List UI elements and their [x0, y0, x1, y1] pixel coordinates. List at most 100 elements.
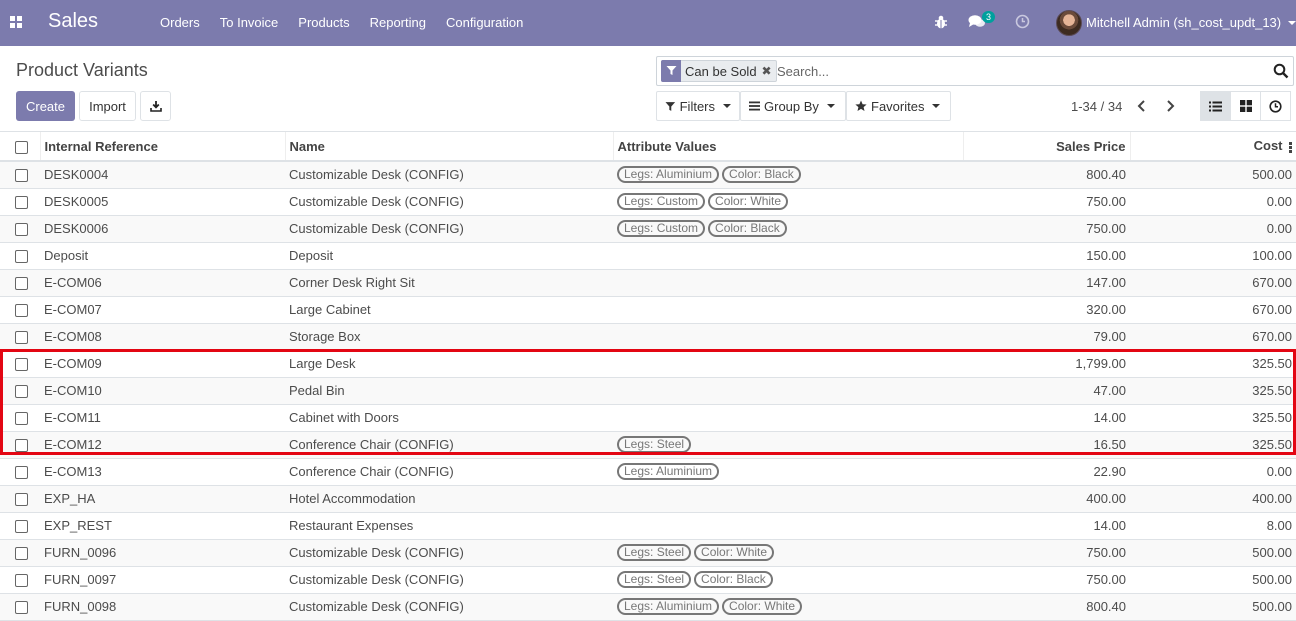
row-checkbox[interactable]	[15, 331, 28, 345]
facet-label: Can be Sold	[685, 63, 757, 79]
row-checkbox[interactable]	[15, 358, 28, 372]
activity-clock-icon[interactable]	[1015, 14, 1030, 29]
table-row[interactable]: E-COM09 Large Desk 1,799.00 325.50	[0, 350, 1296, 378]
user-avatar[interactable]	[1056, 10, 1082, 36]
search-bar: Can be Sold ✖	[656, 56, 1294, 86]
attribute-tag: Color: White	[708, 193, 789, 210]
table-row[interactable]: E-COM07 Large Cabinet 320.00 670.00	[0, 296, 1296, 324]
attribute-tag: Color: Black	[722, 166, 801, 184]
cell-internal-reference: EXP_REST	[40, 512, 285, 540]
cell-name: Restaurant Expenses	[285, 512, 613, 540]
list-table: Internal Reference Name Attribute Values…	[0, 132, 1296, 621]
header-sales-price[interactable]: Sales Price	[963, 132, 1131, 162]
cell-cost: 0.00	[1130, 188, 1296, 216]
cell-cost: 500.00	[1130, 161, 1296, 189]
table-row[interactable]: FURN_0096 Customizable Desk (CONFIG) Legs:…	[0, 539, 1296, 567]
row-select-cell	[0, 512, 40, 540]
row-checkbox[interactable]	[15, 169, 28, 183]
search-icon[interactable]	[1273, 63, 1289, 79]
header-attribute-values[interactable]: Attribute Values	[613, 132, 964, 162]
cell-attribute-values: Legs: Aluminium Color: Black	[613, 161, 963, 189]
pager-next-icon[interactable]	[1164, 99, 1176, 113]
row-checkbox[interactable]	[15, 277, 28, 291]
menu-reporting[interactable]: Reporting	[360, 0, 436, 46]
apps-menu-icon[interactable]	[10, 16, 22, 28]
header-name[interactable]: Name	[285, 132, 614, 162]
row-checkbox[interactable]	[15, 520, 28, 534]
activity-view-button[interactable]	[1260, 91, 1291, 121]
kanban-view-button[interactable]	[1230, 91, 1261, 121]
header-internal-reference[interactable]: Internal Reference	[40, 132, 286, 162]
groupby-dropdown[interactable]: Group By	[740, 91, 846, 121]
row-checkbox[interactable]	[15, 547, 28, 561]
cell-sales-price: 22.90	[963, 458, 1130, 486]
cell-name: Hotel Accommodation	[285, 485, 613, 513]
list-view-button[interactable]	[1200, 91, 1231, 121]
menu-configuration[interactable]: Configuration	[436, 0, 533, 46]
table-row[interactable]: E-COM06 Corner Desk Right Sit 147.00 670.00	[0, 269, 1296, 297]
cell-sales-price: 147.00	[963, 269, 1130, 297]
facet-remove-icon[interactable]: ✖	[761, 64, 773, 78]
user-menu-name[interactable]: Mitchell Admin (sh_cost_updt_13)	[1086, 15, 1281, 30]
cell-internal-reference: DESK0004	[40, 161, 285, 189]
table-row[interactable]: FURN_0098 Customizable Desk (CONFIG) Legs:…	[0, 593, 1296, 621]
export-download-button[interactable]	[140, 91, 171, 121]
filters-dropdown[interactable]: Filters	[656, 91, 740, 121]
pager-previous-icon[interactable]	[1136, 99, 1148, 113]
cell-name: Corner Desk Right Sit	[285, 269, 613, 297]
cell-cost: 670.00	[1130, 269, 1296, 297]
row-checkbox[interactable]	[15, 250, 28, 264]
row-checkbox[interactable]	[15, 601, 28, 615]
cell-name: Deposit	[285, 242, 613, 270]
favorites-dropdown[interactable]: Favorites	[846, 91, 951, 121]
pager-value[interactable]: 1-34 / 34	[1071, 99, 1122, 114]
attribute-tag: Color: Black	[694, 571, 773, 588]
star-icon	[855, 100, 867, 111]
cell-cost: 8.00	[1130, 512, 1296, 540]
page-title: Product Variants	[16, 60, 148, 80]
row-checkbox[interactable]	[15, 196, 28, 210]
row-select-cell	[0, 350, 40, 378]
app-brand[interactable]: Sales	[48, 10, 98, 33]
select-all-checkbox[interactable]	[15, 140, 28, 154]
attribute-tag: Legs: Custom	[617, 193, 706, 210]
row-checkbox[interactable]	[15, 493, 28, 507]
search-input[interactable]	[777, 61, 1257, 81]
cell-sales-price: 750.00	[963, 539, 1130, 567]
row-checkbox[interactable]	[15, 223, 28, 237]
row-checkbox[interactable]	[15, 439, 28, 453]
table-row[interactable]: DESK0006 Customizable Desk (CONFIG) Legs: …	[0, 215, 1296, 243]
cell-attribute-values	[613, 377, 963, 405]
table-row[interactable]: EXP_REST Restaurant Expenses 14.00 8.00	[0, 512, 1296, 540]
row-checkbox[interactable]	[15, 466, 28, 480]
row-checkbox[interactable]	[15, 385, 28, 399]
user-caret-icon[interactable]	[1288, 21, 1296, 25]
menu-products[interactable]: Products	[288, 0, 359, 46]
table-row[interactable]: FURN_0097 Customizable Desk (CONFIG) Legs:…	[0, 566, 1296, 594]
header-cost[interactable]: Cost	[1130, 132, 1296, 162]
cell-attribute-values: Legs: Steel	[613, 431, 963, 459]
cell-sales-price: 150.00	[963, 242, 1130, 270]
table-row[interactable]: Deposit Deposit 150.00 100.00	[0, 242, 1296, 270]
cell-cost: 325.50	[1130, 404, 1296, 432]
row-select-cell	[0, 242, 40, 270]
debug-bug-icon[interactable]	[934, 14, 948, 30]
row-checkbox[interactable]	[15, 304, 28, 318]
import-button[interactable]: Import	[79, 91, 136, 121]
cell-sales-price: 14.00	[963, 512, 1130, 540]
create-button[interactable]: Create	[16, 91, 75, 121]
table-row[interactable]: E-COM10 Pedal Bin 47.00 325.50	[0, 377, 1296, 405]
table-row[interactable]: E-COM11 Cabinet with Doors 14.00 325.50	[0, 404, 1296, 432]
menu-to-invoice[interactable]: To Invoice	[210, 0, 289, 46]
cell-name: Customizable Desk (CONFIG)	[285, 593, 613, 621]
row-checkbox[interactable]	[15, 574, 28, 588]
table-row[interactable]: EXP_HA Hotel Accommodation 400.00 400.00	[0, 485, 1296, 513]
row-checkbox[interactable]	[15, 412, 28, 426]
table-row[interactable]: E-COM12 Conference Chair (CONFIG) Legs: St…	[0, 431, 1296, 459]
column-options-icon[interactable]	[1288, 141, 1292, 154]
table-row[interactable]: E-COM13 Conference Chair (CONFIG) Legs: Al…	[0, 458, 1296, 486]
table-row[interactable]: DESK0004 Customizable Desk (CONFIG) Legs: …	[0, 161, 1296, 189]
table-row[interactable]: DESK0005 Customizable Desk (CONFIG) Legs: …	[0, 188, 1296, 216]
menu-orders[interactable]: Orders	[150, 0, 210, 46]
table-row[interactable]: E-COM08 Storage Box 79.00 670.00	[0, 323, 1296, 351]
